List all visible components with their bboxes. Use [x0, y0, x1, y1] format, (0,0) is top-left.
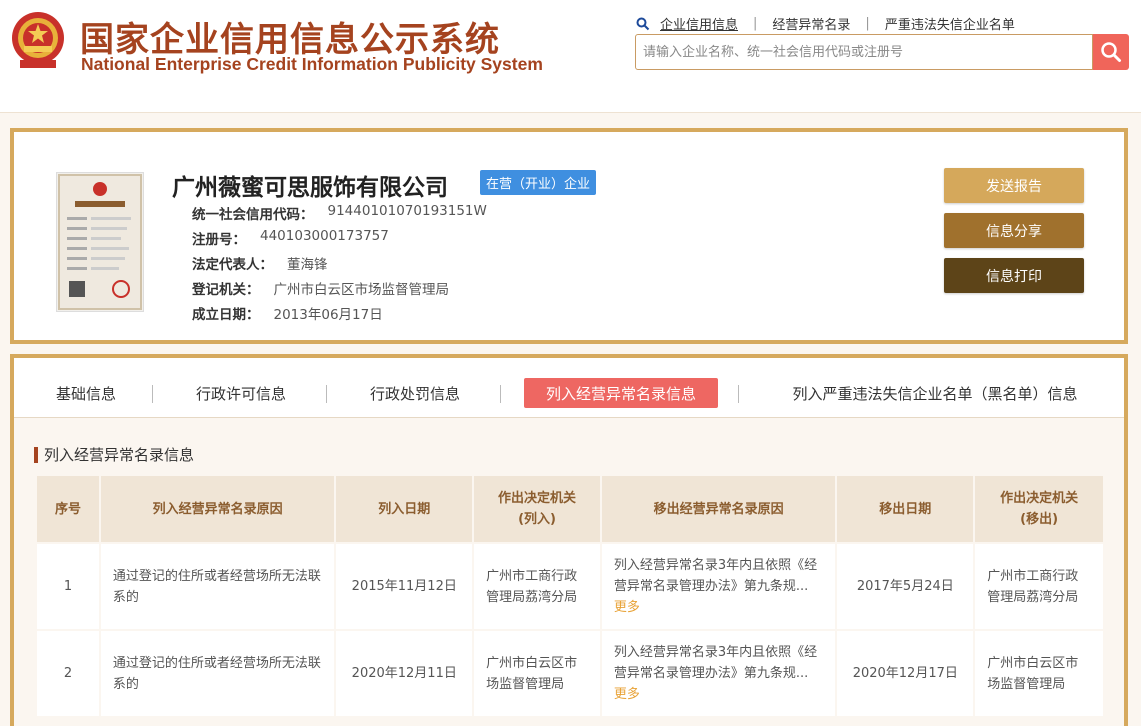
- info-label: 统一社会信用代码：: [192, 207, 314, 223]
- info-label: 注册号：: [192, 232, 246, 248]
- nav-blacklist[interactable]: 严重违法失信企业名单: [885, 14, 1015, 33]
- section-bar: [34, 446, 38, 463]
- reason-out-text: 列入经营异常名录3年内且依照《经营异常名录管理办法》第九条规...: [613, 558, 818, 594]
- tab-bar: 基础信息 行政许可信息 行政处罚信息 列入经营异常名录信息 列入严重违法失信企业…: [14, 358, 1124, 418]
- tab-abnormal-list[interactable]: 列入经营异常名录信息: [524, 378, 718, 408]
- company-name: 广州薇蜜可思服饰有限公司: [172, 175, 448, 201]
- cell-reason-out: 列入经营异常名录3年内且依照《经营异常名录管理办法》第九条规... 更多: [599, 542, 838, 631]
- col-header-org-in: 作出决定机关 (列入): [472, 474, 602, 544]
- table-header-row: 序号 列入经营异常名录原因 列入日期 作出决定机关 (列入) 移出经营异常名录原…: [35, 474, 1105, 544]
- info-label: 成立日期：: [192, 307, 260, 323]
- info-value: 91440101070193151W: [327, 203, 487, 219]
- tab-admin-license[interactable]: 行政许可信息: [176, 378, 306, 408]
- info-value: 董海锋: [287, 257, 328, 273]
- info-label: 法定代表人：: [192, 257, 273, 273]
- search-icon: [1101, 42, 1121, 62]
- more-link[interactable]: 更多: [614, 600, 640, 615]
- cell-reason-in: 通过登记的住所或者经营场所无法联系的: [98, 542, 337, 631]
- nav-enterprise-credit[interactable]: 企业信用信息: [660, 14, 738, 33]
- info-value: 广州市白云区市场监督管理局: [273, 282, 450, 298]
- nav-divider: |: [753, 16, 758, 31]
- tab-admin-penalty[interactable]: 行政处罚信息: [350, 378, 480, 408]
- col-header-no: 序号: [35, 474, 101, 544]
- cell-org-out: 广州市工商行政管理局荔湾分局: [973, 542, 1105, 631]
- company-card: 广州薇蜜可思服饰有限公司 在营（开业）企业 统一社会信用代码： 91440101…: [10, 128, 1128, 344]
- col-header-date-in: 列入日期: [334, 474, 475, 544]
- search-box: [635, 34, 1093, 70]
- content-panel: 基础信息 行政许可信息 行政处罚信息 列入经营异常名录信息 列入严重违法失信企业…: [10, 354, 1128, 726]
- table-row: 2 通过登记的住所或者经营场所无法联系的 2020年12月11日 广州市白云区市…: [35, 629, 1105, 718]
- tab-divider: [326, 385, 327, 403]
- section-title: 列入经营异常名录信息: [34, 444, 194, 465]
- col-header-date-out: 移出日期: [835, 474, 976, 544]
- cell-no: 2: [35, 629, 101, 718]
- share-info-button[interactable]: 信息分享: [944, 213, 1084, 248]
- cell-date-out: 2020年12月17日: [835, 629, 976, 718]
- tab-divider: [738, 385, 739, 403]
- col-header-reason-out: 移出经营异常名录原因: [599, 474, 838, 544]
- col-header-reason-in: 列入经营异常名录原因: [98, 474, 337, 544]
- cell-org-in: 广州市工商行政管理局荔湾分局: [472, 542, 602, 631]
- info-row-reg-no: 注册号： 440103000173757: [192, 228, 389, 248]
- info-label: 登记机关：: [192, 282, 260, 298]
- cell-no: 1: [35, 542, 101, 631]
- send-report-button[interactable]: 发送报告: [944, 168, 1084, 203]
- section-title-text: 列入经营异常名录信息: [44, 446, 195, 464]
- search-button[interactable]: [1093, 34, 1129, 70]
- info-row-established-date: 成立日期： 2013年06月17日: [192, 303, 383, 323]
- national-emblem-icon: [12, 12, 64, 68]
- tab-divider: [152, 385, 153, 403]
- table-row: 1 通过登记的住所或者经营场所无法联系的 2015年11月12日 广州市工商行政…: [35, 542, 1105, 631]
- cell-org-out: 广州市白云区市场监督管理局: [973, 629, 1105, 718]
- nav-divider: |: [865, 16, 870, 31]
- search-icon: [636, 17, 650, 30]
- cell-date-out: 2017年5月24日: [835, 542, 976, 631]
- tab-basic-info[interactable]: 基础信息: [36, 378, 136, 408]
- cell-reason-out: 列入经营异常名录3年内且依照《经营异常名录管理办法》第九条规... 更多: [599, 629, 838, 718]
- site-header: 国家企业信用信息公示系统 National Enterprise Credit …: [0, 0, 1141, 113]
- business-license-image[interactable]: [56, 172, 144, 312]
- cell-date-in: 2020年12月11日: [334, 629, 475, 718]
- search-input[interactable]: [636, 35, 1092, 69]
- cell-org-in: 广州市白云区市场监督管理局: [472, 629, 602, 718]
- abnormal-list-table: 序号 列入经营异常名录原因 列入日期 作出决定机关 (列入) 移出经营异常名录原…: [35, 474, 1105, 718]
- license-thumbnail-icon: [58, 174, 142, 310]
- col-header-org-out: 作出决定机关 (移出): [973, 474, 1105, 544]
- info-value: 440103000173757: [260, 228, 389, 244]
- cell-date-in: 2015年11月12日: [334, 542, 475, 631]
- status-badge: 在营（开业）企业: [480, 170, 597, 195]
- more-link[interactable]: 更多: [614, 687, 640, 702]
- top-nav: 企业信用信息 | 经营异常名录 | 严重违法失信企业名单: [636, 14, 1015, 33]
- site-subtitle: National Enterprise Credit Information P…: [81, 54, 543, 74]
- cell-reason-in: 通过登记的住所或者经营场所无法联系的: [98, 629, 337, 718]
- info-row-registration-authority: 登记机关： 广州市白云区市场监督管理局: [192, 278, 449, 298]
- tab-divider: [500, 385, 501, 403]
- info-value: 2013年06月17日: [273, 307, 383, 323]
- info-row-legal-rep: 法定代表人： 董海锋: [192, 253, 328, 273]
- nav-abnormal-list[interactable]: 经营异常名录: [772, 14, 850, 33]
- print-info-button[interactable]: 信息打印: [944, 258, 1084, 293]
- tab-blacklist[interactable]: 列入严重违法失信企业名单（黑名单）信息: [758, 378, 1112, 408]
- reason-out-text: 列入经营异常名录3年内且依照《经营异常名录管理办法》第九条规...: [613, 645, 818, 681]
- info-row-credit-code: 统一社会信用代码： 91440101070193151W: [192, 203, 487, 223]
